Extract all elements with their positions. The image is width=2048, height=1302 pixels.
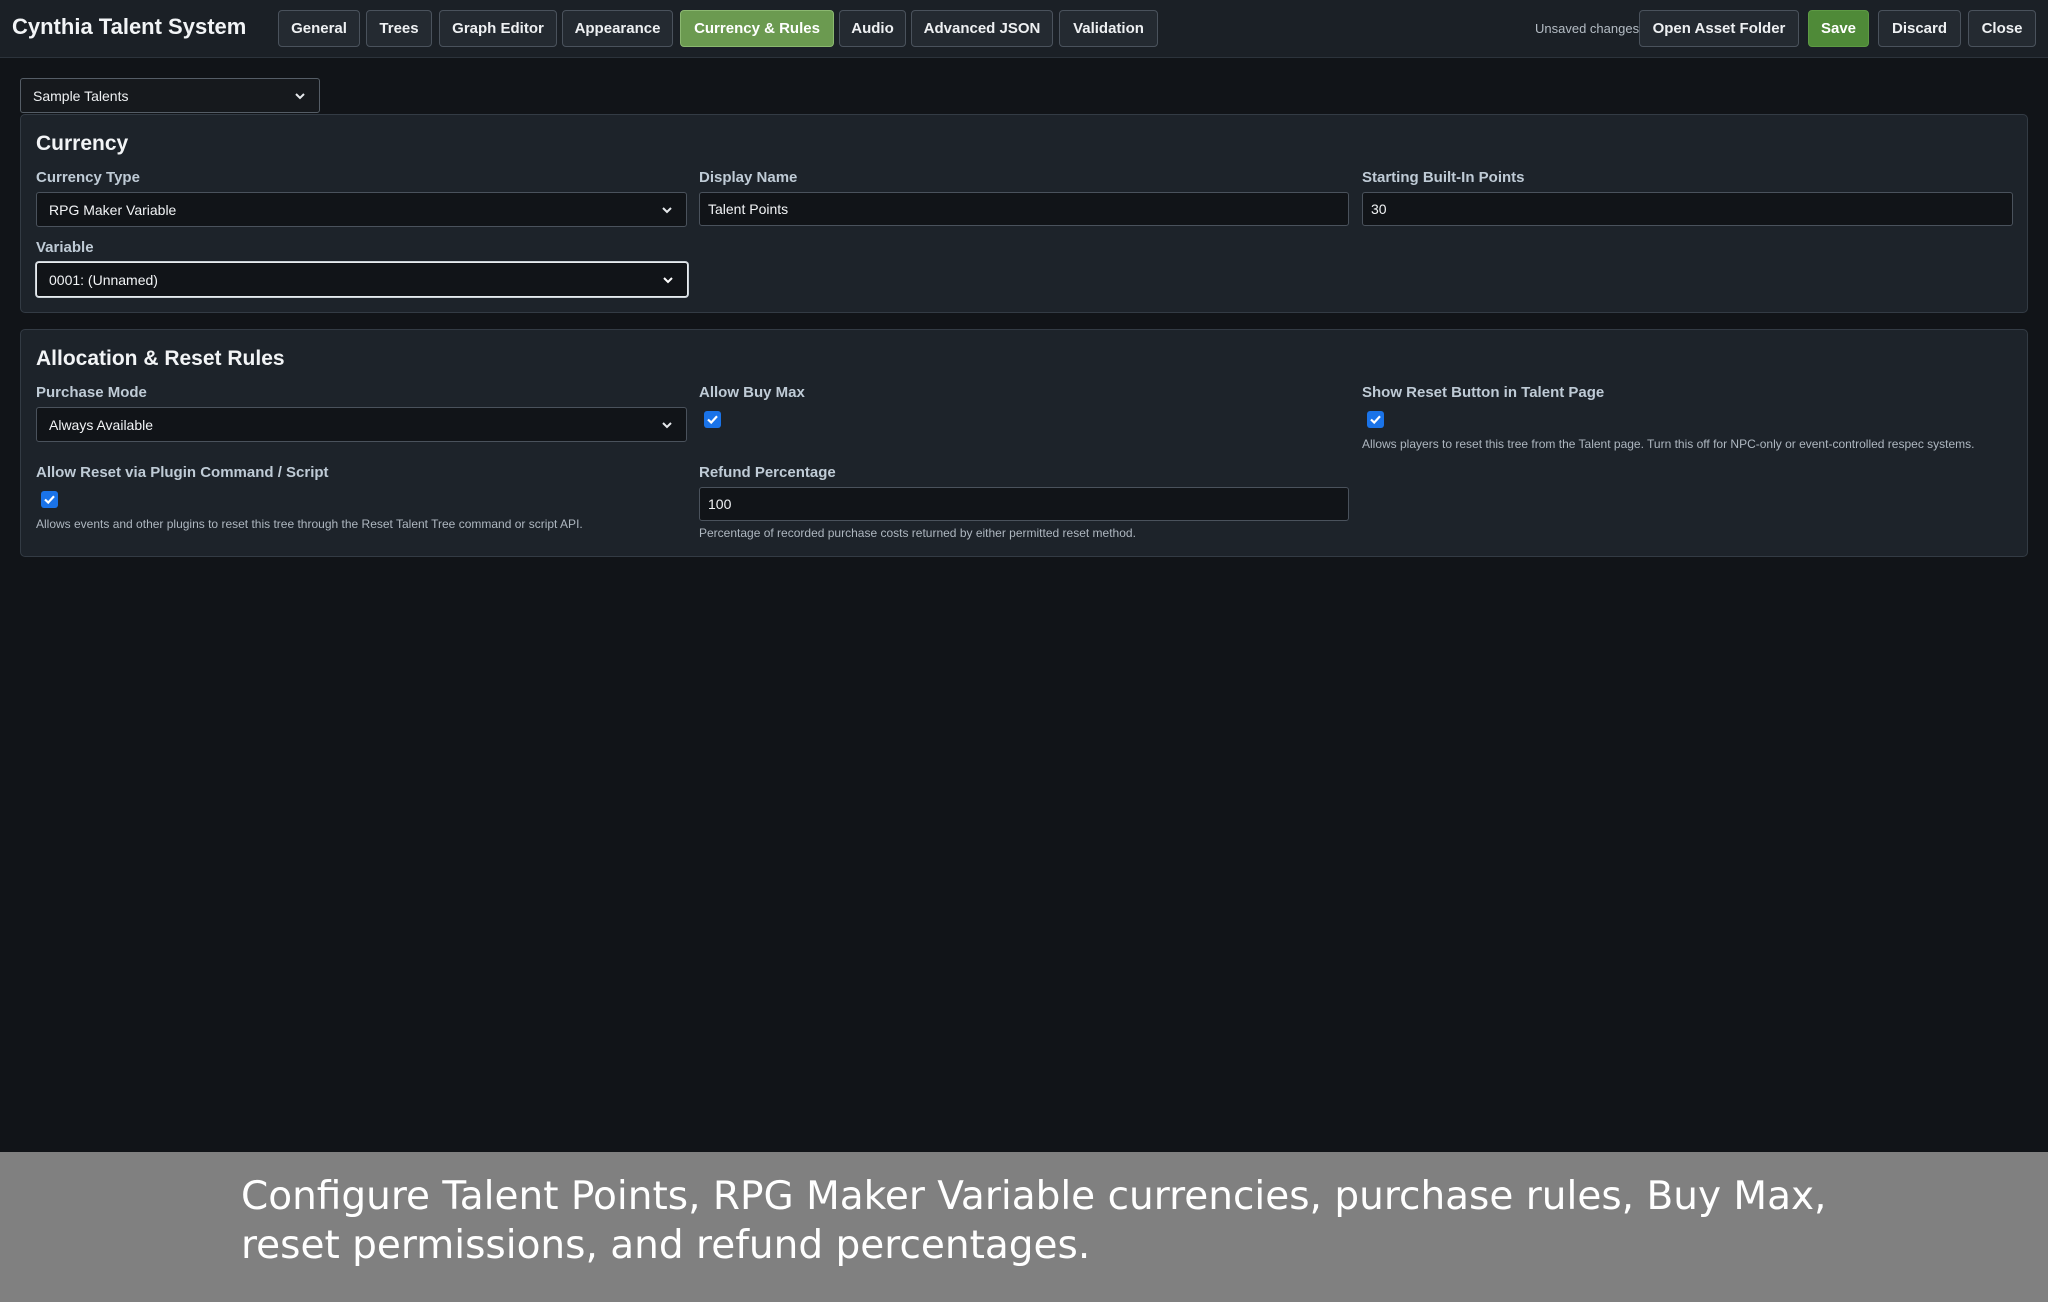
tab-currency-rules[interactable]: Currency & Rules bbox=[680, 10, 834, 47]
tab-validation[interactable]: Validation bbox=[1059, 10, 1158, 47]
show-reset-label: Show Reset Button in Talent Page bbox=[1362, 384, 1605, 401]
variable-select[interactable]: 0001: (Unnamed) bbox=[36, 262, 688, 297]
starting-points-label: Starting Built-In Points bbox=[1362, 169, 1525, 186]
allow-reset-script-checkbox[interactable] bbox=[41, 491, 58, 508]
show-reset-checkbox[interactable] bbox=[1367, 411, 1384, 428]
purchase-mode-label: Purchase Mode bbox=[36, 384, 147, 401]
caption-text: Configure Talent Points, RPG Maker Varia… bbox=[241, 1174, 1827, 1268]
checkmark-icon bbox=[1370, 415, 1381, 425]
display-name-label: Display Name bbox=[699, 169, 798, 186]
tab-trees[interactable]: Trees bbox=[366, 10, 432, 47]
purchase-mode-select[interactable]: Always Available bbox=[36, 407, 687, 442]
chevron-down-icon bbox=[663, 276, 673, 283]
chevron-down-icon bbox=[662, 421, 672, 428]
project-select[interactable]: Sample Talents bbox=[20, 78, 320, 113]
allow-reset-script-help: Allows events and other plugins to reset… bbox=[36, 517, 583, 531]
chevron-down-icon bbox=[295, 92, 305, 99]
currency-panel: Currency Currency Type RPG Maker Variabl… bbox=[20, 114, 2028, 313]
tab-graph-editor[interactable]: Graph Editor bbox=[439, 10, 557, 47]
discard-button[interactable]: Discard bbox=[1878, 10, 1961, 47]
tab-appearance[interactable]: Appearance bbox=[562, 10, 673, 47]
show-reset-help: Allows players to reset this tree from t… bbox=[1362, 437, 1975, 451]
unsaved-status: Unsaved changes bbox=[1535, 21, 1640, 36]
currency-type-select[interactable]: RPG Maker Variable bbox=[36, 192, 687, 227]
refund-help: Percentage of recorded purchase costs re… bbox=[699, 526, 1136, 540]
variable-value: 0001: (Unnamed) bbox=[49, 271, 158, 288]
purchase-mode-value: Always Available bbox=[49, 416, 154, 433]
top-bar: Cynthia Talent System General Trees Grap… bbox=[0, 0, 2048, 58]
open-asset-folder-button[interactable]: Open Asset Folder bbox=[1639, 10, 1799, 47]
caption-band: Configure Talent Points, RPG Maker Varia… bbox=[0, 1152, 2048, 1302]
refund-label: Refund Percentage bbox=[699, 464, 836, 481]
display-name-input[interactable]: Talent Points bbox=[699, 192, 1349, 226]
allow-buy-max-checkbox[interactable] bbox=[704, 411, 721, 428]
rules-panel: Allocation & Reset Rules Purchase Mode A… bbox=[20, 329, 2028, 557]
tab-general[interactable]: General bbox=[278, 10, 360, 47]
refund-input[interactable]: 100 bbox=[699, 487, 1349, 521]
starting-points-input[interactable]: 30 bbox=[1362, 192, 2013, 226]
rules-panel-title: Allocation & Reset Rules bbox=[36, 347, 285, 370]
currency-type-label: Currency Type bbox=[36, 169, 140, 186]
app-title: Cynthia Talent System bbox=[12, 14, 247, 39]
chevron-down-icon bbox=[662, 206, 672, 213]
checkmark-icon bbox=[44, 495, 55, 505]
variable-label: Variable bbox=[36, 239, 94, 256]
currency-panel-title: Currency bbox=[36, 132, 129, 155]
project-select-value: Sample Talents bbox=[33, 87, 129, 104]
tab-audio[interactable]: Audio bbox=[839, 10, 906, 47]
allow-buy-max-label: Allow Buy Max bbox=[699, 384, 805, 401]
close-button[interactable]: Close bbox=[1968, 10, 2036, 47]
allow-reset-script-label: Allow Reset via Plugin Command / Script bbox=[36, 464, 329, 481]
save-button[interactable]: Save bbox=[1808, 10, 1869, 47]
currency-type-value: RPG Maker Variable bbox=[49, 201, 177, 218]
tab-advanced-json[interactable]: Advanced JSON bbox=[911, 10, 1053, 47]
checkmark-icon bbox=[707, 415, 718, 425]
